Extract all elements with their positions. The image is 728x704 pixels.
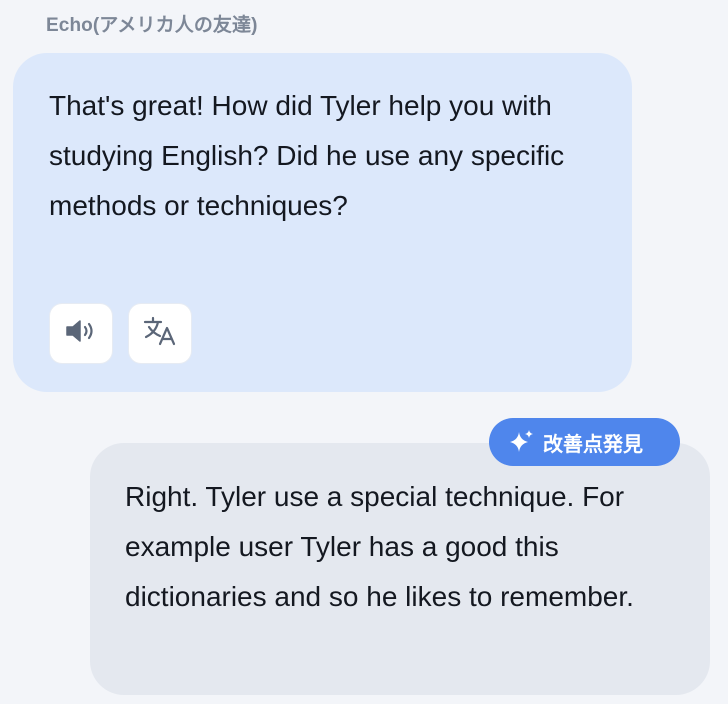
user-message-bubble: Right. Tyler use a special technique. Fo… [90, 443, 710, 695]
user-message-text: Right. Tyler use a special technique. Fo… [125, 481, 634, 612]
bot-message-text: That's great! How did Tyler help you wit… [49, 90, 565, 221]
translate-button[interactable] [129, 304, 191, 363]
speaker-icon [65, 319, 97, 348]
bot-message-bubble: That's great! How did Tyler help you wit… [13, 53, 632, 392]
speak-button[interactable] [50, 304, 112, 363]
sparkle-icon [509, 429, 535, 455]
improvement-badge-label: 改善点発見 [543, 433, 643, 456]
sender-name: Echo(アメリカ人の友達) [46, 15, 258, 36]
improvement-found-badge[interactable]: 改善点発見 [489, 418, 680, 466]
translate-icon [143, 316, 177, 351]
